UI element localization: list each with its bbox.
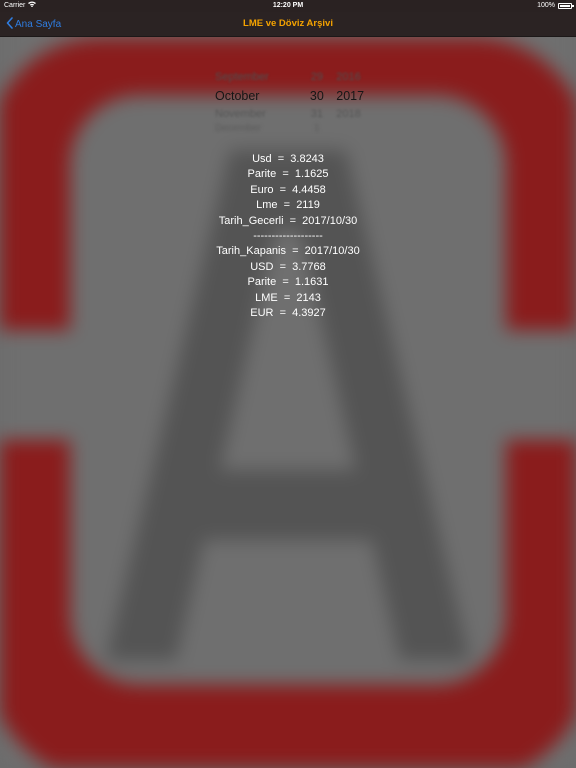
picker-row-previous[interactable]: September 29 2016	[205, 69, 375, 85]
eur-close-rate: EUR = 4.3927	[250, 307, 326, 320]
picker-month: December	[215, 122, 262, 134]
battery-icon	[558, 3, 574, 9]
picker-day: 1	[314, 122, 320, 134]
picker-year: 2018	[336, 108, 361, 120]
picker-day: 31	[310, 108, 323, 120]
lme-value: Lme = 2119	[256, 199, 320, 212]
divider: -------------------	[253, 230, 323, 243]
parite-rate: Parite = 1.1625	[247, 168, 329, 181]
date-picker[interactable]: September 29 2016 October 30 2017 Novemb…	[205, 66, 375, 134]
battery-group: 100%	[537, 0, 574, 12]
status-bar: Carrier 12:20 PM 100%	[0, 0, 576, 12]
rate-info: Usd = 3.8243 Parite = 1.1625 Euro = 4.44…	[0, 152, 576, 321]
lme-close-value: LME = 2143	[255, 291, 321, 304]
euro-rate: Euro = 4.4458	[250, 183, 326, 196]
usd-close-rate: USD = 3.7768	[250, 260, 326, 273]
picker-month-selected: October	[215, 89, 260, 103]
usd-rate: Usd = 3.8243	[252, 153, 324, 165]
picker-year: 2016	[336, 71, 361, 83]
picker-year-selected: 2017	[336, 89, 365, 103]
page-title: LME ve Döviz Arşivi	[243, 18, 333, 29]
picker-day-selected: 30	[309, 89, 324, 103]
picker-month: September	[215, 71, 269, 83]
valid-date: Tarih_Gecerli = 2017/10/30	[218, 214, 358, 227]
battery-percent: 100%	[537, 2, 555, 9]
picker-month: November	[215, 108, 266, 120]
navigation-bar: Ana Sayfa LME ve Döviz Arşivi	[0, 12, 576, 37]
picker-day: 29	[310, 71, 323, 83]
parite-close-rate: Parite = 1.1631	[247, 276, 329, 289]
picker-row-selected[interactable]: October 30 2017	[205, 88, 375, 104]
closing-date: Tarih_Kapanis = 2017/10/30	[216, 245, 360, 258]
picker-row-next-2[interactable]: December 1	[205, 120, 375, 134]
status-time: 12:20 PM	[272, 2, 304, 9]
